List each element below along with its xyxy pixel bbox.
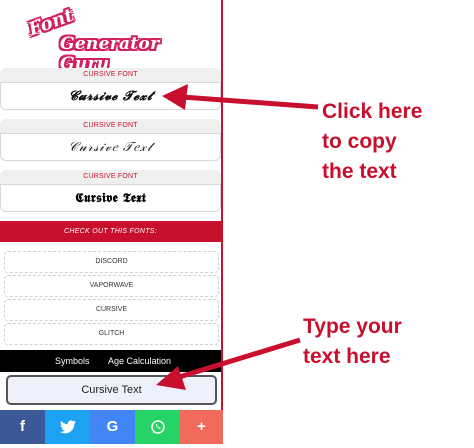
annotation-type-line: Type your bbox=[303, 315, 402, 338]
arrow-copy-head bbox=[162, 84, 188, 110]
annotation-copy-line: to copy bbox=[322, 130, 397, 153]
arrow-type-shaft bbox=[175, 337, 301, 381]
arrow-type-head bbox=[156, 366, 186, 390]
annotation-copy-line: Click here bbox=[322, 100, 423, 123]
annotation-type-line: text here bbox=[303, 345, 391, 368]
annotation-arrows bbox=[156, 84, 319, 390]
annotation-copy: Click here to copy the text bbox=[322, 97, 422, 187]
annotation-copy-line: the text bbox=[322, 160, 397, 183]
annotation-type: Type your text here bbox=[303, 312, 402, 372]
arrow-copy-shaft bbox=[181, 94, 319, 110]
